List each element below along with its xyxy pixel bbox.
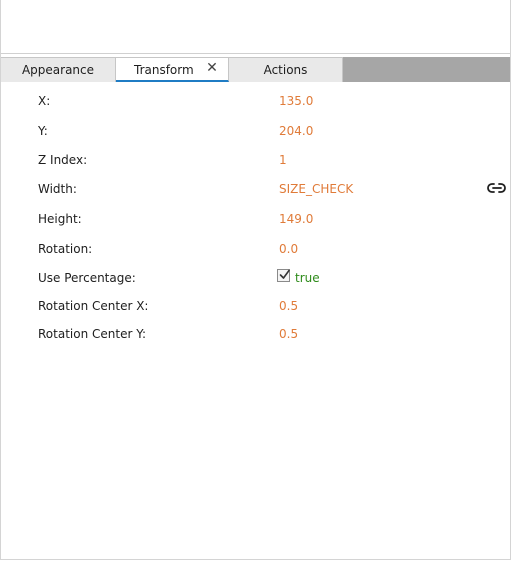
property-label-z-index: Z Index: (38, 153, 88, 167)
property-row-use-percentage: Use Percentage: true (1, 267, 510, 289)
tab-transform[interactable]: Transform ✕ (116, 57, 229, 82)
property-value-z-index[interactable]: 1 (279, 153, 287, 167)
inspector-panel: Appearance Transform ✕ Actions X: 135.0 … (0, 0, 511, 560)
property-row-rotation-center-x: Rotation Center X: 0.5 (1, 295, 510, 317)
tab-appearance[interactable]: Appearance (1, 57, 116, 82)
property-value-rotation-center-y[interactable]: 0.5 (279, 327, 298, 341)
property-value-use-percentage[interactable]: true (295, 271, 320, 285)
close-icon[interactable]: ✕ (205, 61, 219, 75)
use-percentage-checkbox[interactable] (277, 269, 290, 282)
property-value-rotation[interactable]: 0.0 (279, 242, 298, 256)
tab-actions-label: Actions (263, 63, 308, 77)
property-value-y[interactable]: 204.0 (279, 124, 313, 138)
property-row-rotation-center-y: Rotation Center Y: 0.5 (1, 323, 510, 345)
property-label-x: X: (38, 94, 51, 108)
property-row-height: Height: 149.0 (1, 208, 510, 230)
preview-area (1, 0, 510, 54)
property-label-width: Width: (38, 182, 77, 196)
property-label-height: Height: (38, 212, 82, 226)
tab-strip: Appearance Transform ✕ Actions (1, 57, 510, 82)
property-label-use-percentage: Use Percentage: (38, 271, 136, 285)
property-value-width[interactable]: SIZE_CHECK (279, 182, 353, 196)
property-label-rotation-center-y: Rotation Center Y: (38, 327, 146, 341)
tab-actions[interactable]: Actions (229, 57, 343, 82)
property-value-x[interactable]: 135.0 (279, 94, 313, 108)
property-row-z-index: Z Index: 1 (1, 149, 510, 171)
property-value-rotation-center-x[interactable]: 0.5 (279, 299, 298, 313)
property-row-y: Y: 204.0 (1, 120, 510, 142)
property-label-y: Y: (38, 124, 48, 138)
property-row-x: X: 135.0 (1, 90, 510, 112)
property-row-width: Width: SIZE_CHECK (1, 178, 510, 200)
tab-transform-label: Transform (134, 63, 194, 77)
property-value-height[interactable]: 149.0 (279, 212, 313, 226)
tab-appearance-label: Appearance (21, 63, 95, 77)
property-label-rotation: Rotation: (38, 242, 93, 256)
property-row-rotation: Rotation: 0.0 (1, 238, 510, 260)
property-label-rotation-center-x: Rotation Center X: (38, 299, 149, 313)
link-icon[interactable] (486, 180, 508, 196)
check-icon (279, 269, 290, 279)
